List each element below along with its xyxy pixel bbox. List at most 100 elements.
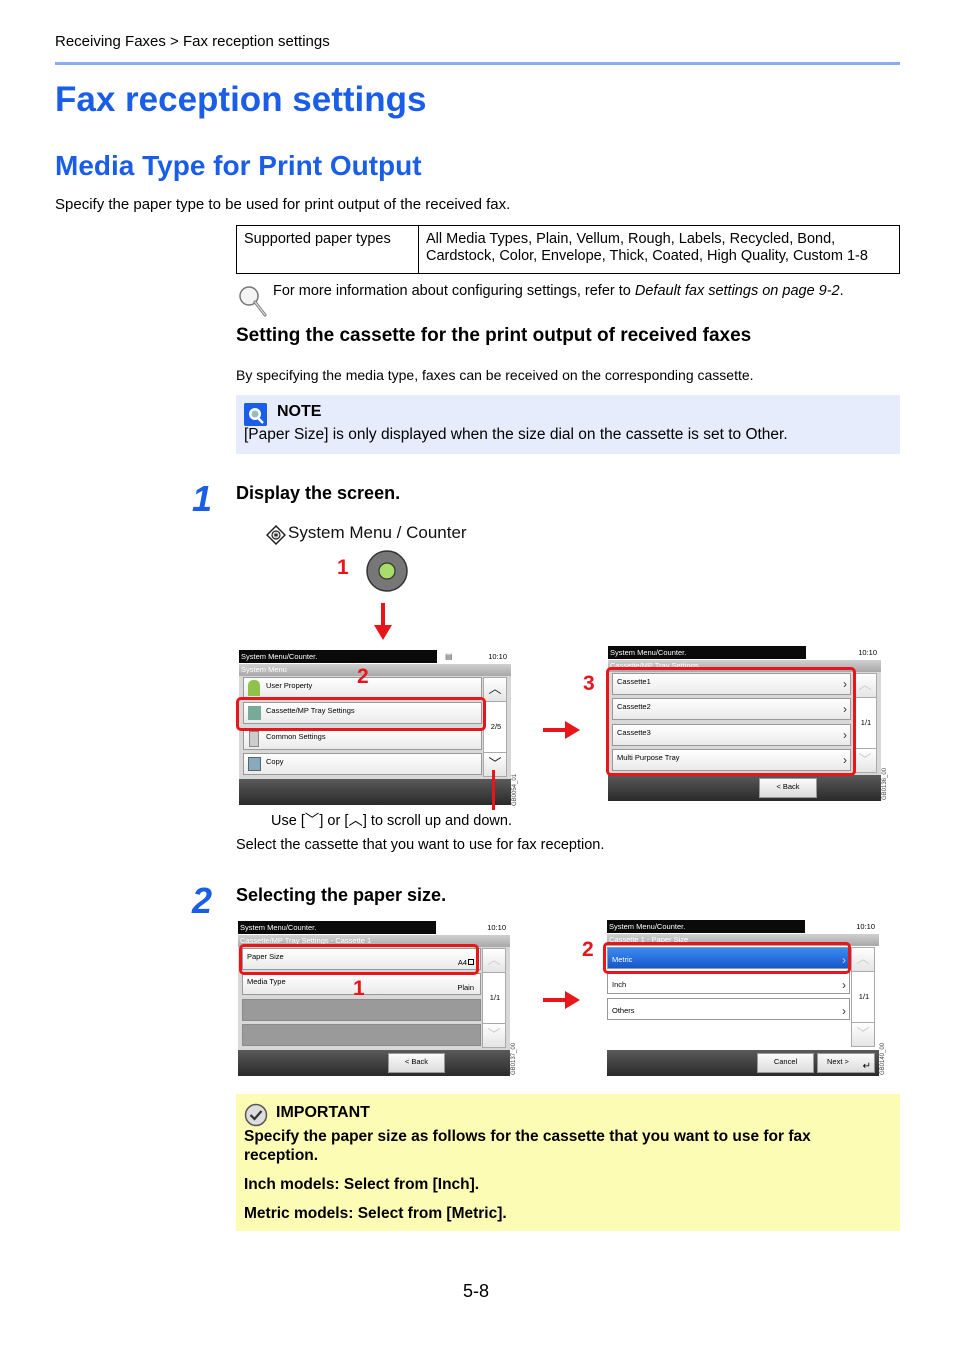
- menu-item-copy[interactable]: Copy: [243, 753, 482, 775]
- chevron-up-icon: ︿: [348, 813, 363, 829]
- cancel-button[interactable]: Cancel: [757, 1053, 814, 1073]
- document-icon: [249, 731, 259, 747]
- note-body: [Paper Size] is only displayed when the …: [244, 426, 788, 443]
- menu-item-common-settings[interactable]: Common Settings: [243, 728, 482, 750]
- screen-header: System Menu/Counter.: [608, 646, 806, 659]
- spec-label: Supported paper types: [236, 225, 419, 274]
- scroll-down-button[interactable]: ﹀: [854, 748, 876, 772]
- back-button[interactable]: < Back: [388, 1053, 445, 1073]
- note-box: NOTE [Paper Size] is only displayed when…: [236, 395, 900, 454]
- highlight-box: [239, 944, 479, 975]
- callout-number: 2: [357, 665, 369, 688]
- scrollbar[interactable]: ︿ 2/5 ﹀: [483, 677, 507, 777]
- callout-number: 1: [337, 556, 349, 579]
- item-label: User Property: [266, 681, 313, 690]
- caption-text: ] or [: [319, 813, 349, 829]
- reference-link[interactable]: Default fax settings on page 9-2: [635, 283, 840, 299]
- item-label: Copy: [266, 757, 284, 766]
- next-label: Next >: [827, 1057, 849, 1066]
- step-heading: Display the screen.: [236, 483, 401, 503]
- back-button[interactable]: < Back: [759, 778, 817, 798]
- system-menu-key-icon: [266, 525, 286, 545]
- arrow-right-icon: [543, 991, 580, 1009]
- screen-time: 10:10: [856, 922, 875, 931]
- user-icon: [248, 680, 260, 696]
- important-line: Inch models: Select from [Inch].: [244, 1176, 480, 1193]
- screen-footer: [239, 779, 511, 805]
- checkmark-icon: [244, 1103, 268, 1127]
- empty-row: [242, 1024, 481, 1046]
- caption-text: ] to scroll up and down.: [362, 813, 512, 829]
- step-number: 1: [192, 478, 213, 519]
- important-line: Specify the paper size as follows for th…: [244, 1128, 811, 1164]
- reference-suffix: .: [839, 283, 844, 299]
- callout-number: 1: [353, 977, 365, 1000]
- page-title: Fax reception settings: [55, 80, 427, 119]
- callout-number: 3: [583, 672, 595, 695]
- scrollbar[interactable]: ︿ 1/1 ﹀: [851, 947, 875, 1047]
- enter-icon: ↵: [862, 1061, 871, 1072]
- section-title: Media Type for Print Output: [55, 150, 422, 181]
- callout-number: 2: [582, 938, 594, 961]
- job-icon: ▤: [445, 652, 453, 661]
- page-number: 5-8: [463, 1281, 490, 1301]
- page-indicator: 1/1: [489, 993, 501, 1002]
- highlight-box: [236, 697, 486, 731]
- spec-value: All Media Types, Plain, Vellum, Rough, L…: [418, 225, 900, 274]
- figure-id: GB0137_00: [511, 1042, 517, 1075]
- step-number: 2: [192, 880, 213, 921]
- item-label: Others: [612, 1006, 635, 1015]
- arrow-right-icon: [543, 721, 580, 739]
- screen-header: System Menu/Counter.: [238, 921, 436, 934]
- step-heading: Selecting the paper size.: [236, 885, 447, 905]
- item-label: Inch: [612, 980, 627, 989]
- header-divider: [55, 62, 900, 65]
- figure-id: GB0136_00: [882, 767, 888, 800]
- next-button[interactable]: Next > ↵: [817, 1053, 875, 1073]
- lightbulb-icon: [244, 403, 267, 426]
- option-inch[interactable]: Inch ›: [607, 972, 850, 994]
- subsection-intro: By specifying the media type, faxes can …: [236, 367, 754, 383]
- system-menu-key-label: System Menu / Counter: [288, 523, 467, 542]
- scroll-caption: Use [﹀] or [︿] to scroll up and down.: [271, 809, 512, 830]
- important-title: IMPORTANT: [276, 1104, 370, 1121]
- screen-time: 10:10: [488, 652, 507, 661]
- page-indicator: 1/1: [860, 718, 872, 727]
- reference-text: For more information about configuring s…: [273, 283, 844, 299]
- copy-icon: [248, 757, 261, 771]
- scroll-down-button[interactable]: ﹀: [852, 1022, 874, 1046]
- highlight-box: [603, 942, 851, 974]
- chevron-right-icon: ›: [842, 978, 846, 992]
- subsection-title: Setting the cassette for the print outpu…: [236, 325, 752, 346]
- highlight-box: [606, 667, 856, 776]
- system-menu-button[interactable]: [365, 549, 409, 593]
- screen-header: System Menu/Counter.: [239, 650, 437, 663]
- screen-subheader: System Menu: [239, 664, 511, 676]
- screen-time: 10:10: [858, 648, 877, 657]
- option-others[interactable]: Others ›: [607, 998, 850, 1020]
- important-box: IMPORTANT Specify the paper size as foll…: [236, 1094, 900, 1231]
- reference-prefix: For more information about configuring s…: [273, 283, 635, 299]
- item-label: Media Type: [247, 977, 286, 986]
- scroll-up-button[interactable]: ︿: [484, 678, 506, 702]
- screen-header: System Menu/Counter.: [607, 920, 805, 933]
- breadcrumb: Receiving Faxes > Fax reception settings: [55, 33, 330, 50]
- item-label: Common Settings: [266, 732, 326, 741]
- table-row: Supported paper types All Media Types, P…: [236, 225, 900, 274]
- important-line: Metric models: Select from [Metric].: [244, 1205, 507, 1222]
- item-value: Plain: [457, 983, 474, 992]
- scroll-down-button[interactable]: ﹀: [483, 1023, 505, 1047]
- instruction-text: Select the cassette that you want to use…: [236, 837, 605, 853]
- scrollbar[interactable]: ︿ 1/1 ﹀: [853, 673, 877, 773]
- figure-id: GB0054_01: [512, 773, 518, 806]
- scroll-down-button[interactable]: ﹀: [484, 752, 506, 776]
- magnifier-icon: [239, 286, 267, 317]
- empty-row: [242, 999, 481, 1021]
- note-title: NOTE: [277, 403, 322, 420]
- scroll-up-button[interactable]: ︿: [854, 674, 876, 698]
- chevron-right-icon: ›: [842, 1004, 846, 1018]
- scroll-up-button[interactable]: ︿: [852, 948, 874, 972]
- scrollbar[interactable]: ︿ 1/1 ﹀: [482, 948, 506, 1048]
- chevron-down-icon: ﹀: [304, 813, 320, 829]
- scroll-up-button[interactable]: ︿: [483, 949, 505, 973]
